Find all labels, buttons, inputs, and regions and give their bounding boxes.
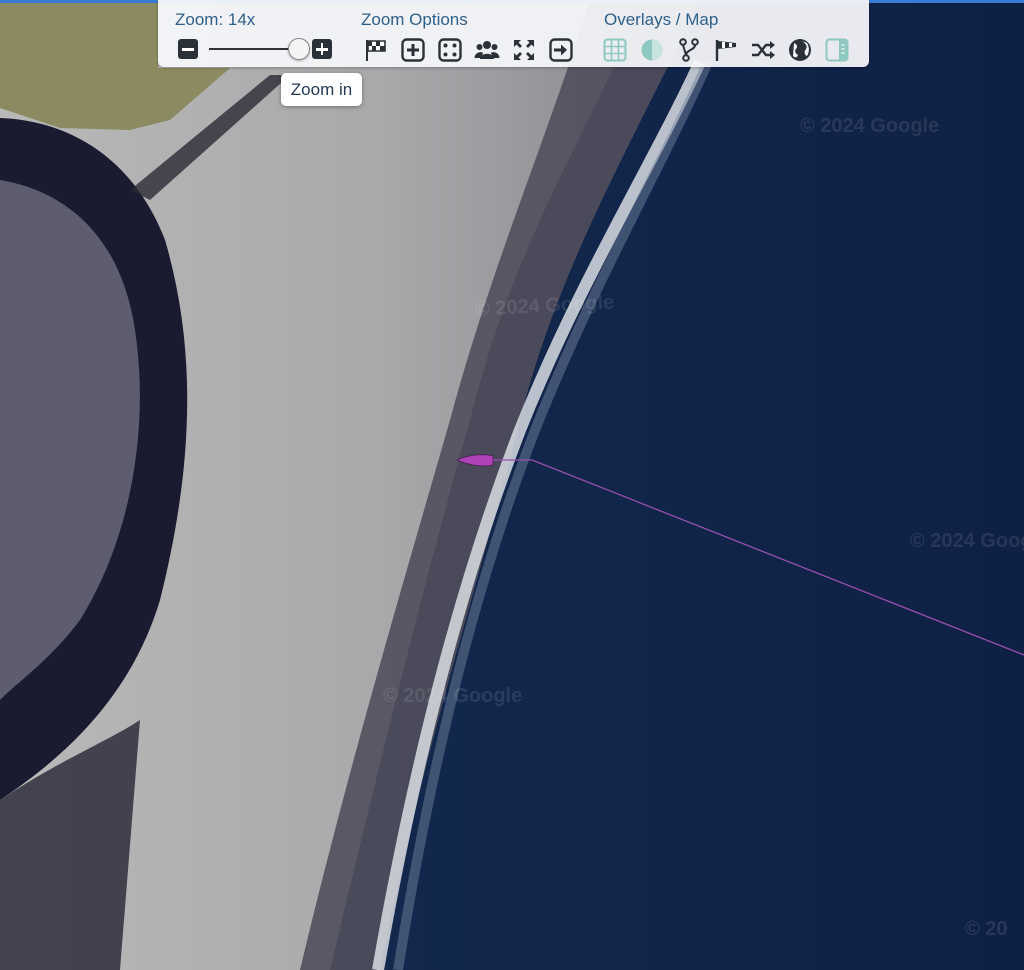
windsock-icon	[715, 40, 736, 61]
side-panel-button[interactable]	[822, 35, 852, 65]
map-watermark: © 20	[965, 918, 1008, 940]
map-watermark: © 2024 Google	[910, 530, 1024, 552]
map-watermark: © 2024 Google	[383, 685, 523, 707]
map-toolbar: Zoom: 14x Zoom Options Overlays / Map	[158, 0, 869, 67]
panel-icon	[825, 38, 849, 62]
shuffle-icon	[752, 41, 775, 59]
shuffle-button[interactable]	[748, 35, 778, 65]
fit-all-button[interactable]	[509, 35, 539, 65]
zoom-out-button[interactable]	[178, 39, 198, 59]
zoom-level-label: Zoom: 14x	[175, 10, 256, 29]
overlays-map-title: Overlays / Map	[604, 10, 719, 29]
map-watermark: © 2024 Google	[800, 115, 940, 137]
expand-icon	[514, 40, 534, 60]
contrast-button[interactable]	[637, 35, 667, 65]
zoom-control	[178, 38, 338, 60]
flag-button[interactable]	[361, 35, 391, 65]
satellite-imagery	[0, 0, 1024, 970]
zoom-options-title: Zoom Options	[361, 10, 468, 29]
branch-button[interactable]	[674, 35, 704, 65]
contrast-icon	[641, 39, 663, 61]
dice-icon	[438, 38, 462, 62]
grid-overlay-button[interactable]	[600, 35, 630, 65]
minus-icon	[182, 48, 194, 51]
plus-icon-vertical	[320, 43, 324, 55]
zoom-plus-icon	[401, 38, 425, 62]
zoom-to-point-button[interactable]	[398, 35, 428, 65]
flag-icon	[366, 40, 386, 61]
map-type-button[interactable]	[785, 35, 815, 65]
group-icon	[474, 41, 500, 59]
go-to-button[interactable]	[546, 35, 576, 65]
satellite-map[interactable]: © 2024 Google © 2024 Google © 2024 Googl…	[0, 0, 1024, 970]
random-button[interactable]	[435, 35, 465, 65]
zoom-slider[interactable]	[209, 38, 311, 60]
wind-button[interactable]	[711, 35, 741, 65]
branch-icon	[679, 38, 699, 62]
globe-icon	[789, 39, 811, 61]
grid-icon	[603, 38, 627, 62]
sign-in-icon	[549, 38, 573, 62]
zoom-in-button[interactable]	[312, 39, 332, 59]
zoom-slider-thumb[interactable]	[288, 38, 311, 60]
zoom-in-tooltip: Zoom in	[281, 73, 362, 106]
fleet-button[interactable]	[472, 35, 502, 65]
